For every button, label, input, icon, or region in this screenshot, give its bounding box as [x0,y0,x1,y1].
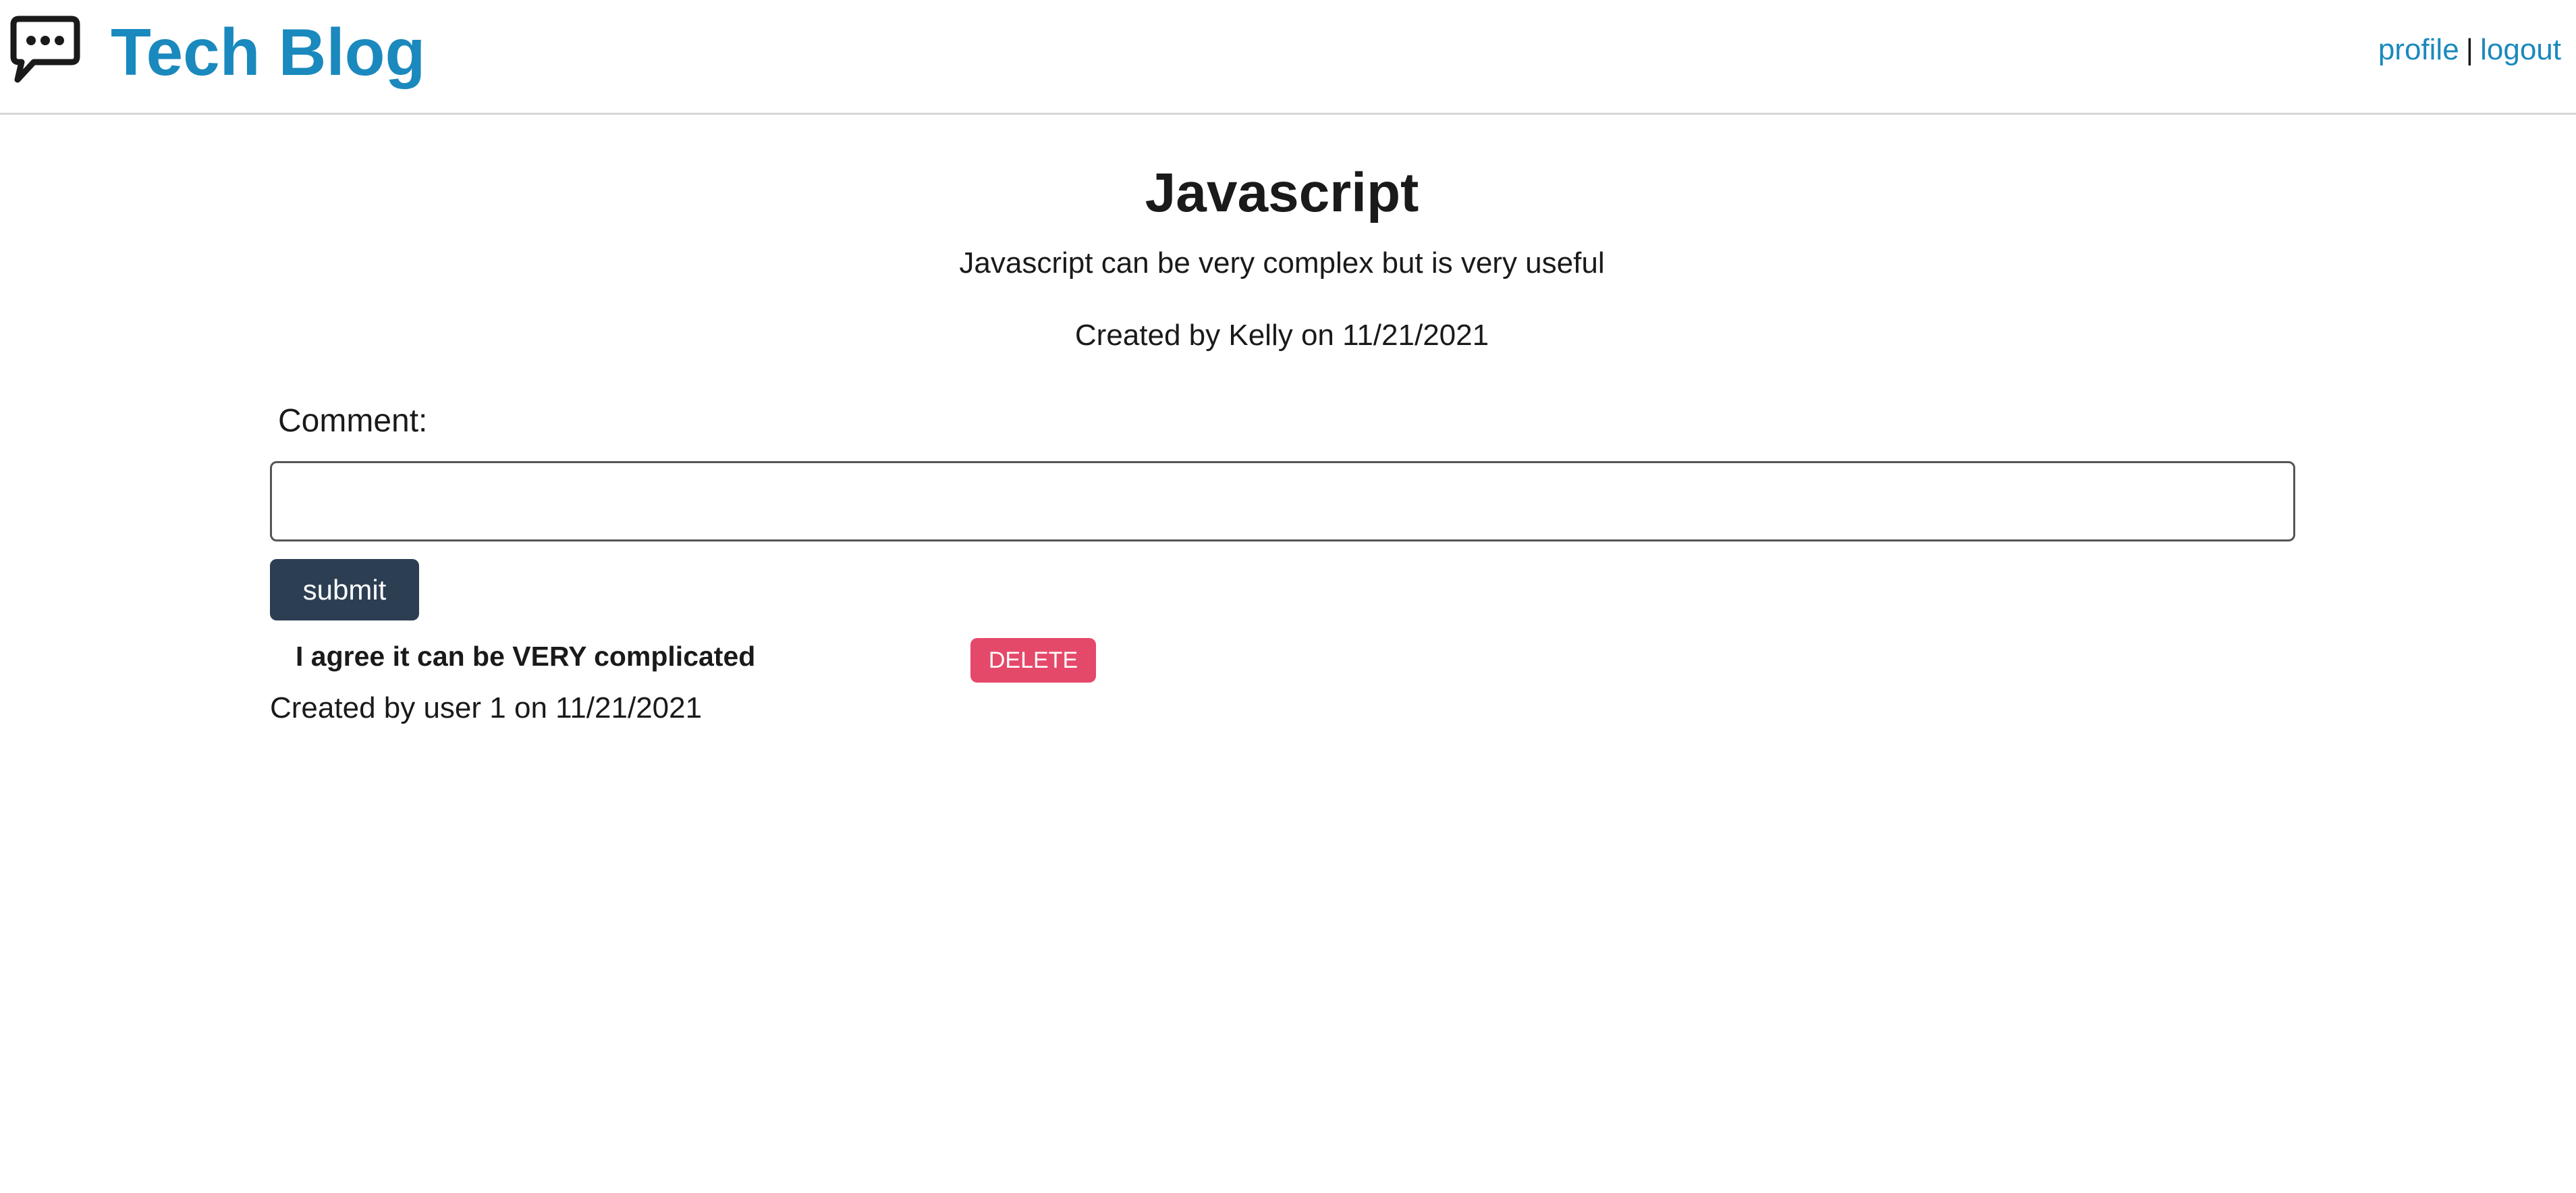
comment-text: I agree it can be VERY complicated [296,641,756,672]
chat-bubble-icon [9,15,81,89]
post-meta: Created by Kelly on 11/21/2021 [1074,319,1489,352]
comment-meta: Created by user 1 on 11/21/2021 [270,691,703,724]
brand[interactable]: Tech Blog [9,15,425,89]
top-nav: profile | logout [2378,35,2561,65]
profile-link[interactable]: profile [2378,33,2459,66]
page: Tech Blog profile | logout Javascript Java… [0,0,2576,1193]
comment-label: Comment: [278,403,428,439]
nav-separator: | [2465,33,2474,66]
site-title[interactable]: Tech Blog [111,19,425,85]
site-header: Tech Blog profile | logout [0,0,2576,115]
post-title: Javascript [1145,162,1419,223]
delete-button[interactable]: DELETE [970,638,1096,683]
comment-input[interactable] [270,461,2295,541]
submit-button[interactable]: submit [270,559,419,620]
logout-link[interactable]: logout [2480,33,2561,66]
post-body: Javascript can be very complex but is ve… [959,246,1605,280]
